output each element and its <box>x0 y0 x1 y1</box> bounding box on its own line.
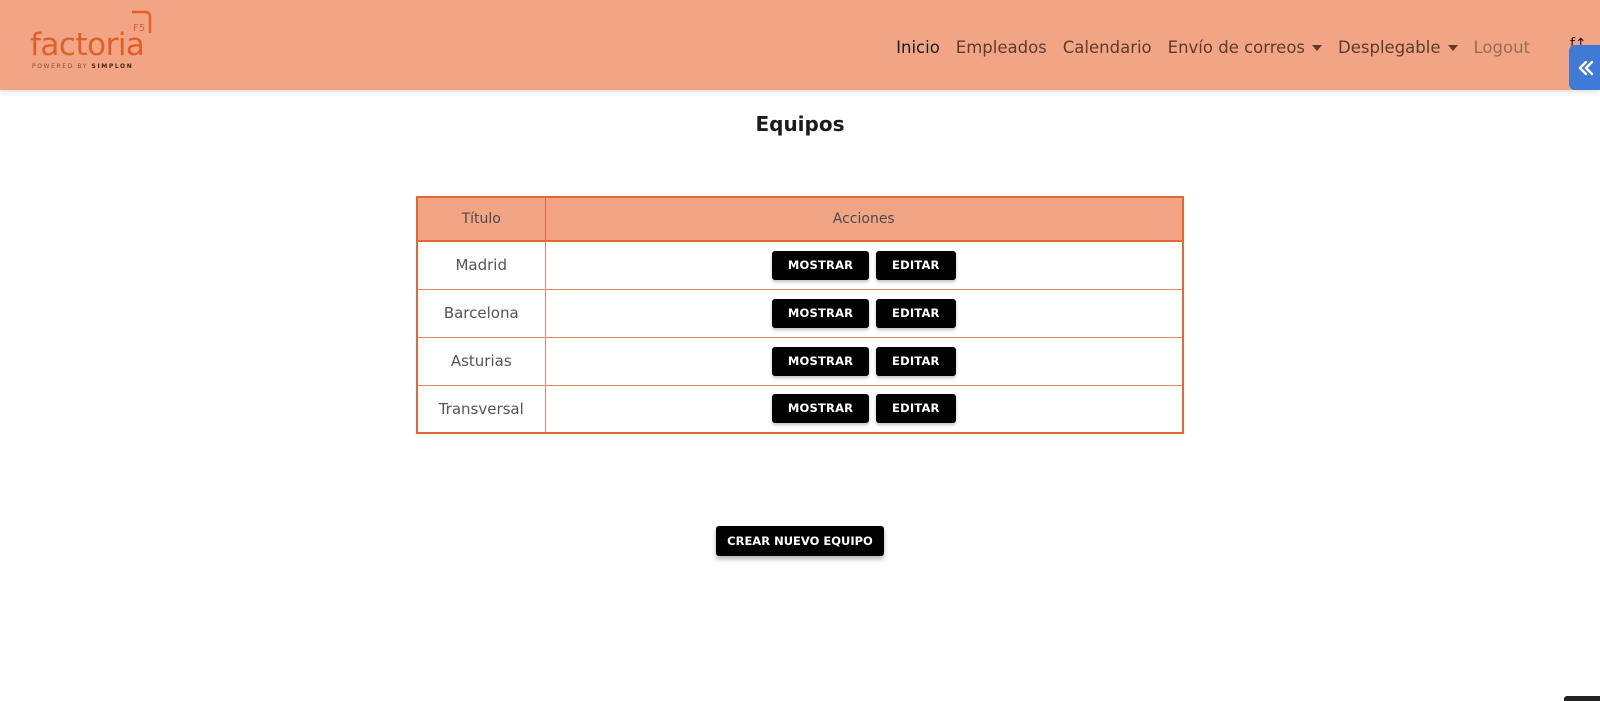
teams-table: Título Acciones Madrid MOSTRAR EDITAR Ba… <box>416 196 1184 434</box>
column-header-title: Título <box>416 196 546 242</box>
create-team-button[interactable]: CREAR NUEVO EQUIPO <box>716 526 884 556</box>
table-row: Barcelona MOSTRAR EDITAR <box>416 288 1184 338</box>
column-header-actions: Acciones <box>544 196 1184 242</box>
nav-desplegable-dropdown[interactable]: Desplegable <box>1338 38 1458 57</box>
brand-tagline: POWERED BY SIMPLON <box>32 63 134 70</box>
team-title: Transversal <box>416 384 546 434</box>
nav-inicio[interactable]: Inicio <box>896 38 940 57</box>
table-row: Transversal MOSTRAR EDITAR <box>416 384 1184 434</box>
sidebar-toggle-button[interactable] <box>1569 45 1600 90</box>
main-nav: Inicio Empleados Calendario Envío de cor… <box>880 33 1530 61</box>
edit-button[interactable]: EDITAR <box>876 250 956 280</box>
row-actions: MOSTRAR EDITAR <box>544 288 1184 338</box>
team-title: Asturias <box>416 336 546 386</box>
corner-widget-edge <box>1564 696 1600 701</box>
nav-empleados[interactable]: Empleados <box>956 38 1047 57</box>
brand-logo[interactable]: F5 factoria POWERED BY SIMPLON <box>30 9 160 75</box>
row-actions: MOSTRAR EDITAR <box>544 384 1184 434</box>
show-button[interactable]: MOSTRAR <box>771 346 870 376</box>
edit-button[interactable]: EDITAR <box>876 298 956 328</box>
show-button[interactable]: MOSTRAR <box>771 250 870 280</box>
caret-down-icon <box>1312 45 1323 51</box>
team-title: Madrid <box>416 240 546 290</box>
nav-calendario[interactable]: Calendario <box>1063 38 1152 57</box>
nav-logout[interactable]: Logout <box>1474 38 1531 57</box>
caret-down-icon <box>1447 45 1458 51</box>
double-chevron-left-icon <box>1578 60 1594 75</box>
edit-button[interactable]: EDITAR <box>876 346 956 376</box>
show-button[interactable]: MOSTRAR <box>771 298 870 328</box>
row-actions: MOSTRAR EDITAR <box>544 240 1184 290</box>
top-navbar: F5 factoria POWERED BY SIMPLON Inicio Em… <box>0 0 1600 90</box>
row-actions: MOSTRAR EDITAR <box>544 336 1184 386</box>
table-row: Madrid MOSTRAR EDITAR <box>416 240 1184 290</box>
brand-name: factoria <box>30 27 145 63</box>
table-header-row: Título Acciones <box>416 196 1184 242</box>
nav-envio-correos-dropdown[interactable]: Envío de correos <box>1168 38 1323 57</box>
show-button[interactable]: MOSTRAR <box>771 394 870 424</box>
edit-button[interactable]: EDITAR <box>876 394 956 424</box>
page-title: Equipos <box>755 112 845 136</box>
table-row: Asturias MOSTRAR EDITAR <box>416 336 1184 386</box>
team-title: Barcelona <box>416 288 546 338</box>
